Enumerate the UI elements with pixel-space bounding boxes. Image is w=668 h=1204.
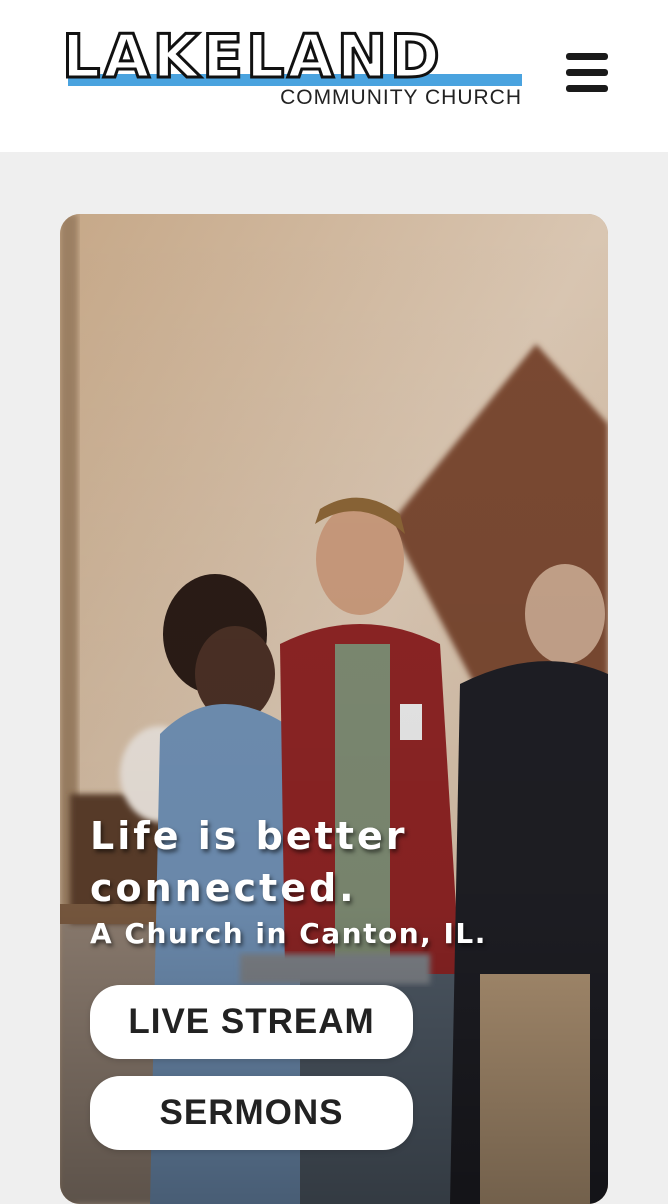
menu-bar-top <box>566 53 608 60</box>
hero-headline-line2: connected. <box>90 866 357 910</box>
hero-banner: Life is better connected. A Church in Ca… <box>60 214 608 1204</box>
live-stream-button[interactable]: LIVE STREAM <box>90 985 413 1059</box>
hero-headline-line1: Life is better <box>90 814 408 858</box>
site-header: LAKELAND COMMUNITY CHURCH <box>0 0 668 152</box>
sermons-button[interactable]: SERMONS <box>90 1076 413 1150</box>
menu-bar-middle <box>566 69 608 76</box>
menu-bar-bottom <box>566 85 608 92</box>
hero-tagline: A Church in Canton, IL. <box>90 917 487 950</box>
hero-text-block: Life is better connected. A Church in Ca… <box>90 810 590 952</box>
logo-subtitle: COMMUNITY CHURCH <box>280 86 522 109</box>
logo-wordmark: LAKELAND <box>61 21 443 94</box>
site-logo[interactable]: LAKELAND COMMUNITY CHURCH <box>61 21 524 112</box>
hamburger-menu-icon[interactable] <box>566 53 608 93</box>
hero-headline: Life is better connected. <box>90 810 590 914</box>
